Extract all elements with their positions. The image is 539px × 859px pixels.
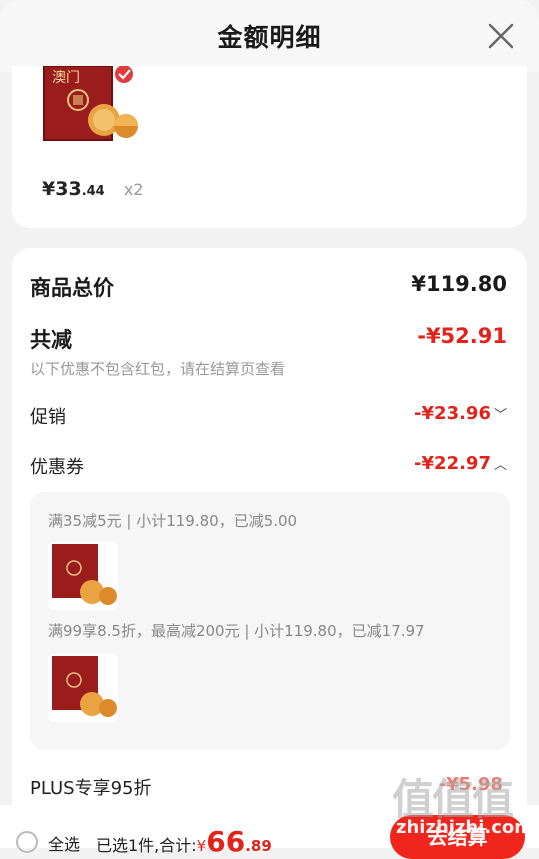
plus-discount-label: PLUS专享95折	[30, 778, 152, 799]
item-quantity: x2	[123, 180, 144, 199]
price-decimal: .44	[81, 184, 105, 199]
coupon-value: -¥22.97	[414, 453, 491, 474]
selected-count-text: 已选1件,合计:	[96, 836, 197, 855]
amount-symbol: ¥	[196, 837, 207, 855]
selection-summary: 已选1件,合计:¥66.89	[96, 825, 272, 858]
select-all-radio[interactable]	[16, 831, 38, 853]
product-card: 澳门 ¥33.44 x2	[12, 66, 527, 228]
price-integer: 33	[55, 178, 82, 200]
coupon-label: 优惠券	[30, 457, 84, 478]
close-icon	[488, 23, 514, 49]
product-image[interactable]: 澳门	[42, 66, 152, 146]
coupon-product-thumb-1	[48, 542, 118, 610]
close-button[interactable]	[487, 22, 515, 50]
page-title: 金额明细	[217, 23, 322, 52]
promo-value: -¥23.96	[414, 403, 491, 424]
modal-header: 金额明细	[0, 0, 539, 72]
select-all-label[interactable]: 全选	[48, 831, 80, 855]
item-price: ¥33.44 x2	[42, 178, 143, 200]
mooncake-box-image	[52, 544, 117, 605]
chevron-up-icon[interactable]: ︿	[494, 458, 507, 473]
coupon-value-wrap: -¥22.97 ︿	[414, 453, 507, 474]
reduce-value: -¥52.91	[417, 324, 507, 348]
promo-label: 促销	[30, 407, 66, 428]
price-symbol: ¥	[42, 178, 56, 200]
coupon-line-1: 满35减5元 | 小计119.80，已减5.00	[48, 512, 298, 530]
coupon-product-thumb-2	[48, 654, 118, 722]
amount-detail-card: 商品总价 ¥119.80 共减 -¥52.91 以下优惠不包含红包，请在结算页查…	[12, 248, 527, 848]
coupon-line-2: 满99享8.5折，最高减200元 | 小计119.80，已减17.97	[48, 622, 425, 640]
promo-value-wrap: -¥23.96 ﹀	[414, 403, 507, 424]
total-label: 商品总价	[30, 276, 114, 300]
mooncake-box-image: 澳门	[43, 66, 138, 141]
coupon-detail-panel: 满35减5元 | 小计119.80，已减5.00 满99享8.5折，最高减200…	[30, 492, 510, 750]
amount-integer: 66	[206, 825, 246, 858]
watermark-url: zhizhizhi.com	[396, 817, 534, 838]
chevron-down-icon[interactable]: ﹀	[494, 408, 507, 423]
total-value: ¥119.80	[411, 272, 507, 296]
reduce-label: 共减	[30, 328, 72, 352]
discount-note: 以下优惠不包含红包，请在结算页查看	[30, 360, 286, 378]
mooncake-box-image	[52, 656, 117, 717]
svg-text:澳门: 澳门	[52, 70, 80, 86]
amount-decimal: .89	[245, 837, 272, 855]
